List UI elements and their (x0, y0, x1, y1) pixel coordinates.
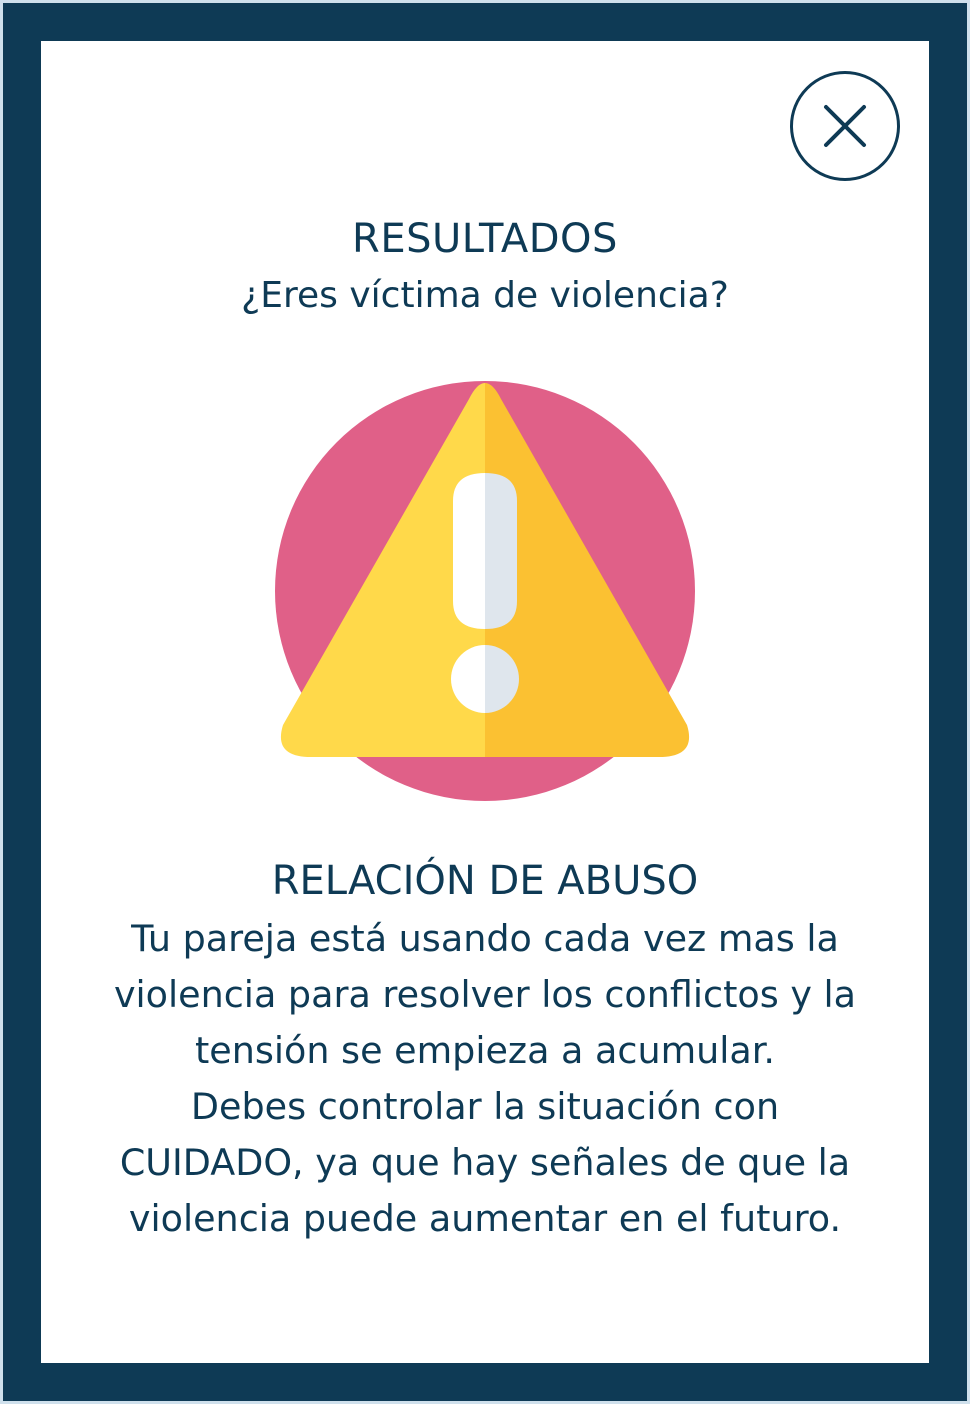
close-button[interactable] (790, 71, 900, 181)
result-line: violencia para resolver los conflictos y… (113, 973, 857, 1016)
close-icon (824, 105, 866, 147)
result-line: violencia puede aumentar en el futuro. (128, 1197, 842, 1240)
warning-triangle-icon (275, 381, 695, 801)
results-title: RESULTADOS (352, 216, 618, 262)
quiz-subtitle: ¿Eres víctima de violencia? (241, 275, 729, 316)
result-heading: RELACIÓN DE ABUSO (271, 858, 699, 904)
result-description: Tu pareja está usando cada vez mas la vi… (75, 911, 895, 1247)
result-line: Debes controlar la situación con (190, 1085, 780, 1128)
results-modal: RESULTADOS ¿Eres víctima de violencia? R… (41, 41, 929, 1363)
result-line: CUIDADO, ya que hay señales de que la (119, 1141, 851, 1184)
result-line: Tu pareja está usando cada vez mas la (131, 917, 839, 960)
result-line: tensión se empieza a acumular. (194, 1029, 776, 1072)
